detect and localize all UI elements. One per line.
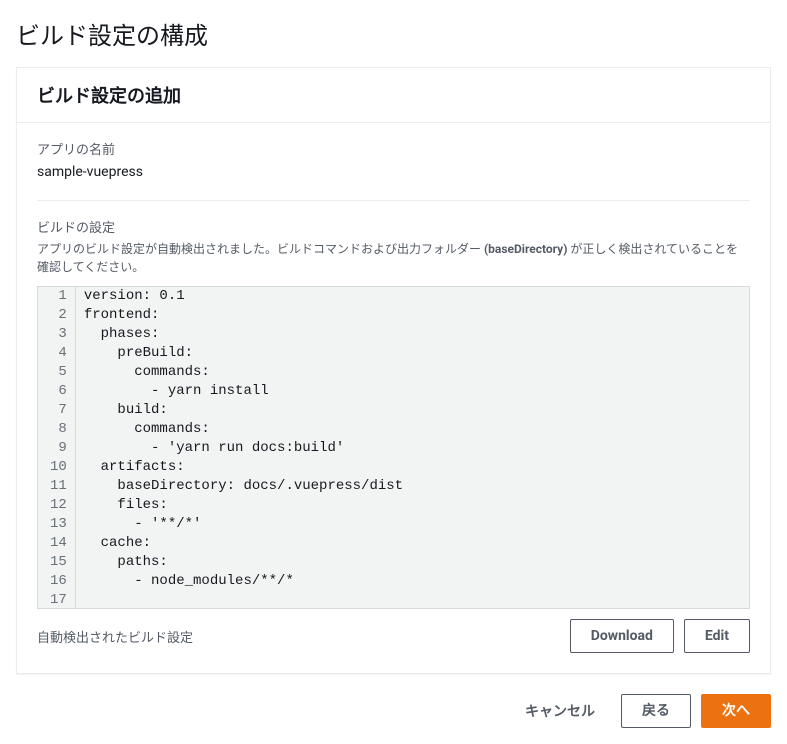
download-button[interactable]: Download bbox=[570, 619, 674, 653]
code-editor[interactable]: 1234567891011121314151617 version: 0.1fr… bbox=[37, 286, 750, 609]
line-number: 14 bbox=[50, 534, 67, 553]
line-number: 9 bbox=[50, 439, 67, 458]
code-line[interactable]: paths: bbox=[84, 553, 741, 572]
code-line[interactable]: - '**/*' bbox=[84, 515, 741, 534]
code-line[interactable]: preBuild: bbox=[84, 344, 741, 363]
code-line[interactable]: artifacts: bbox=[84, 458, 741, 477]
line-number: 4 bbox=[50, 344, 67, 363]
code-line[interactable]: - yarn install bbox=[84, 382, 741, 401]
editor-footer: 自動検出されたビルド設定 Download Edit bbox=[37, 619, 750, 653]
auto-detected-label: 自動検出されたビルド設定 bbox=[37, 627, 193, 646]
line-number: 7 bbox=[50, 401, 67, 420]
code-line[interactable]: commands: bbox=[84, 363, 741, 382]
line-number: 8 bbox=[50, 420, 67, 439]
code-line[interactable]: baseDirectory: docs/.vuepress/dist bbox=[84, 477, 741, 496]
code-line[interactable]: phases: bbox=[84, 325, 741, 344]
line-number: 10 bbox=[50, 458, 67, 477]
line-number: 17 bbox=[50, 591, 67, 609]
next-button[interactable]: 次へ bbox=[701, 694, 771, 728]
build-settings-desc: アプリのビルド設定が自動検出されました。ビルドコマンドおよび出力フォルダー (b… bbox=[37, 240, 750, 276]
panel-header-title: ビルド設定の追加 bbox=[37, 82, 750, 108]
divider bbox=[37, 200, 750, 201]
back-button[interactable]: 戻る bbox=[621, 694, 691, 728]
line-number: 16 bbox=[50, 572, 67, 591]
edit-button[interactable]: Edit bbox=[684, 619, 750, 653]
code-line[interactable] bbox=[84, 591, 741, 609]
line-number: 1 bbox=[50, 287, 67, 306]
editor-button-group: Download Edit bbox=[570, 619, 750, 653]
line-number: 13 bbox=[50, 515, 67, 534]
build-settings-label: ビルドの設定 bbox=[37, 217, 750, 236]
code-line[interactable]: cache: bbox=[84, 534, 741, 553]
desc-part-a: アプリのビルド設定が自動検出されました。ビルドコマンドおよび出力フォルダー bbox=[37, 242, 484, 256]
code-line[interactable]: build: bbox=[84, 401, 741, 420]
desc-strong: (baseDirectory) bbox=[484, 242, 567, 256]
code-line[interactable]: - 'yarn run docs:build' bbox=[84, 439, 741, 458]
line-number: 5 bbox=[50, 363, 67, 382]
app-name-label: アプリの名前 bbox=[37, 139, 750, 158]
line-number: 15 bbox=[50, 553, 67, 572]
cancel-button[interactable]: キャンセル bbox=[509, 695, 611, 727]
code-line[interactable]: files: bbox=[84, 496, 741, 515]
build-settings-panel: ビルド設定の追加 アプリの名前 sample-vuepress ビルドの設定 ア… bbox=[16, 67, 771, 674]
page-actions: キャンセル 戻る 次へ bbox=[16, 694, 771, 728]
line-number: 11 bbox=[50, 477, 67, 496]
app-name-value: sample-vuepress bbox=[37, 164, 750, 180]
code-line[interactable]: version: 0.1 bbox=[84, 287, 741, 306]
code-line[interactable]: commands: bbox=[84, 420, 741, 439]
code-line[interactable]: frontend: bbox=[84, 306, 741, 325]
code-line[interactable]: - node_modules/**/* bbox=[84, 572, 741, 591]
line-number: 3 bbox=[50, 325, 67, 344]
panel-body: アプリの名前 sample-vuepress ビルドの設定 アプリのビルド設定が… bbox=[17, 123, 770, 673]
code-content[interactable]: version: 0.1frontend: phases: preBuild: … bbox=[76, 287, 749, 608]
line-number: 2 bbox=[50, 306, 67, 325]
line-number: 12 bbox=[50, 496, 67, 515]
page-title: ビルド設定の構成 bbox=[16, 16, 771, 51]
panel-header: ビルド設定の追加 bbox=[17, 68, 770, 123]
code-gutter: 1234567891011121314151617 bbox=[38, 287, 76, 608]
line-number: 6 bbox=[50, 382, 67, 401]
